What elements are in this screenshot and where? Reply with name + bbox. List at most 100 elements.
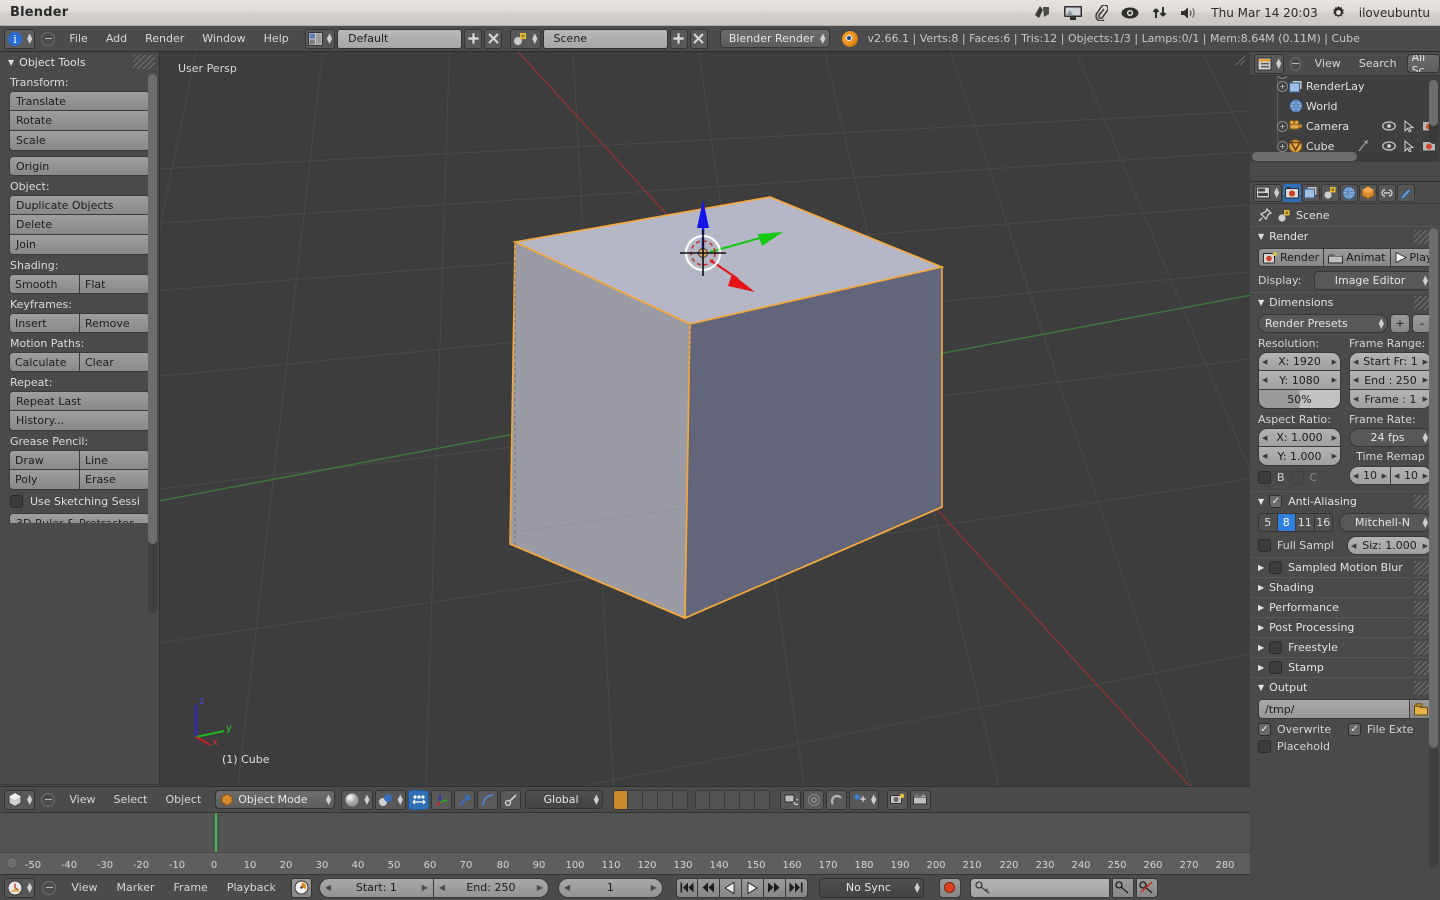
arrow-left-icon[interactable]: ◀ [325, 883, 331, 892]
tab-render-layers[interactable] [1302, 183, 1321, 202]
auto-keyframe-button[interactable] [938, 877, 961, 898]
shade-smooth-button[interactable]: Smooth [9, 274, 80, 294]
arrow-right-icon[interactable]: ▶ [651, 883, 657, 892]
display-mode-selector[interactable]: Image Editor ▲ ▼ [1314, 271, 1432, 290]
mesh-data-icon[interactable] [1358, 140, 1369, 152]
full-sample-checkbox[interactable] [1258, 539, 1271, 552]
menu-file[interactable]: File [61, 29, 95, 49]
outliner-row-world[interactable]: World [1250, 96, 1440, 116]
gear-icon[interactable] [1331, 4, 1346, 22]
paperclip-icon[interactable] [1095, 4, 1109, 22]
time-remap-new-field[interactable]: ◀ 10 ▶ [1391, 466, 1432, 485]
outliner-editor-type-button[interactable]: ▲ ▼ [1254, 53, 1285, 74]
layer-button-5[interactable] [673, 789, 689, 810]
arrow-left-icon[interactable]: ◀ [1351, 542, 1356, 550]
arrow-left-icon[interactable]: ◀ [1353, 395, 1358, 403]
render-presets-selector[interactable]: Render Presets ▲ ▼ [1258, 314, 1388, 333]
remove-keyframe-button[interactable]: Remove [80, 313, 150, 333]
screen-layout-selector[interactable]: Default [337, 28, 463, 49]
timeline-menu-marker[interactable]: Marker [109, 878, 163, 898]
viewport-shading-button[interactable]: ▲ ▼ [341, 789, 373, 810]
display-icon[interactable] [1064, 4, 1083, 22]
output-path-field[interactable]: /tmp/ [1258, 699, 1410, 719]
active-keying-set-field[interactable] [969, 877, 1110, 898]
arrow-right-icon[interactable]: ▶ [1423, 395, 1428, 403]
tab-world[interactable] [1340, 183, 1359, 202]
next-keyframe-button[interactable] [763, 877, 786, 898]
frame-end-field[interactable]: ◀ End: 250 ▶ [433, 877, 549, 898]
insert-keyframe-button[interactable]: Insert [9, 313, 80, 333]
use-preview-range-button[interactable] [290, 877, 312, 898]
translate-manipulator-button[interactable] [431, 789, 453, 810]
render-animation-button[interactable]: Animat [1324, 248, 1391, 267]
viewport-canvas[interactable] [160, 52, 1250, 786]
output-panel-header[interactable]: ▼ Output [1250, 677, 1440, 697]
layer-button-1[interactable] [613, 789, 629, 810]
collapse-viewport-menu-button[interactable] [41, 792, 56, 807]
menu-window[interactable]: Window [194, 29, 253, 49]
post-processing-panel-header[interactable]: ▶ Post Processing [1250, 617, 1440, 637]
shading-panel-header[interactable]: ▶ Shading [1250, 577, 1440, 597]
origin-button[interactable]: Origin [9, 156, 150, 176]
render-opengl-view-button[interactable] [887, 789, 909, 810]
freestyle-checkbox[interactable] [1269, 641, 1283, 654]
resolution-percentage-field[interactable]: 50% [1258, 390, 1341, 409]
username-label[interactable]: iloveubuntu [1359, 6, 1430, 20]
menu-add[interactable]: Add [98, 29, 135, 49]
layer-selector[interactable] [613, 789, 771, 810]
add-screen-layout-button[interactable] [464, 28, 483, 49]
arrow-left-icon[interactable]: ◀ [1262, 358, 1267, 366]
translate-button[interactable]: Translate [9, 91, 150, 111]
info-editor-type-button[interactable]: i ▲ ▼ [4, 28, 36, 49]
render-panel-header[interactable]: ▼ Render [1250, 226, 1440, 246]
viewport-menu-object[interactable]: Object [157, 790, 209, 810]
aspect-x-field[interactable]: ◀ X: 1.000 ▶ [1258, 428, 1341, 447]
timeline-editor-type-button[interactable]: ▲ ▼ [4, 877, 36, 898]
aa-filter-selector[interactable]: Mitchell-N ▲ ▼ [1339, 513, 1432, 532]
add-preset-button[interactable]: + [1390, 314, 1410, 333]
scale-button[interactable]: Scale [9, 131, 150, 151]
use-sketching-sessions-checkbox-row[interactable]: Use Sketching Sessi [0, 490, 159, 511]
properties-scrollbar[interactable] [1429, 228, 1438, 868]
cursor-arrow-icon[interactable] [1404, 119, 1414, 133]
previous-keyframe-button[interactable] [697, 877, 720, 898]
delete-button[interactable]: Delete [9, 215, 150, 235]
aa-samples-selector[interactable]: 5 8 11 16 [1258, 513, 1333, 532]
render-engine-selector[interactable]: Blender Render ▲ ▼ [719, 29, 830, 48]
cursor-arrow-icon[interactable] [1404, 139, 1414, 153]
viewport-editor-type-button[interactable]: ▲ ▼ [4, 789, 36, 810]
outliner-display-mode-selector[interactable]: All Sc [1406, 54, 1440, 73]
frame-rate-selector[interactable]: 24 fps ▲ ▼ [1349, 428, 1432, 447]
current-frame-field[interactable]: ◀ 1 ▶ [557, 877, 663, 898]
frame-start-field[interactable]: ◀ Start: 1 ▶ [318, 877, 434, 898]
tab-object[interactable] [1359, 183, 1378, 202]
layer-button-4[interactable] [658, 789, 674, 810]
snap-magnet-button[interactable] [826, 789, 848, 810]
viewport-resize-grip[interactable] [1236, 56, 1246, 66]
border-checkbox[interactable] [1258, 471, 1271, 484]
menu-help[interactable]: Help [256, 29, 297, 49]
arrow-right-icon[interactable]: ▶ [1423, 542, 1428, 550]
overwrite-checkbox[interactable] [1258, 723, 1271, 736]
layer-grid-top[interactable] [613, 789, 689, 810]
resolution-y-field[interactable]: ◀ Y: 1080 ▶ [1258, 371, 1341, 390]
play-button[interactable] [741, 877, 764, 898]
calculate-paths-button[interactable]: Calculate [9, 352, 80, 372]
tab-modifiers[interactable] [1397, 183, 1416, 202]
timeline-menu-playback[interactable]: Playback [219, 878, 284, 898]
history-button[interactable]: History... [9, 411, 150, 431]
scene-selector[interactable]: Scene [542, 28, 668, 49]
file-extension-row[interactable]: File Exte [1348, 723, 1432, 736]
volume-icon[interactable] [1180, 4, 1198, 22]
arrow-right-icon[interactable]: ▶ [1423, 472, 1428, 480]
sampled-motion-blur-panel-header[interactable]: ▶ Sampled Motion Blur [1250, 557, 1440, 577]
network-updown-icon[interactable] [1152, 4, 1167, 22]
gp-line-button[interactable]: Line [80, 450, 150, 470]
outliner-collapse-button[interactable] [1290, 56, 1301, 71]
viewport-menu-view[interactable]: View [61, 790, 103, 810]
anti-aliasing-checkbox[interactable] [1269, 495, 1283, 508]
sync-mode-selector[interactable]: No Sync ▲ ▼ [818, 877, 924, 898]
arrow-left-icon[interactable]: ◀ [1353, 472, 1358, 480]
anti-aliasing-panel-header[interactable]: ▼ Anti-Aliasing [1250, 491, 1440, 511]
tab-constraints[interactable] [1378, 183, 1397, 202]
